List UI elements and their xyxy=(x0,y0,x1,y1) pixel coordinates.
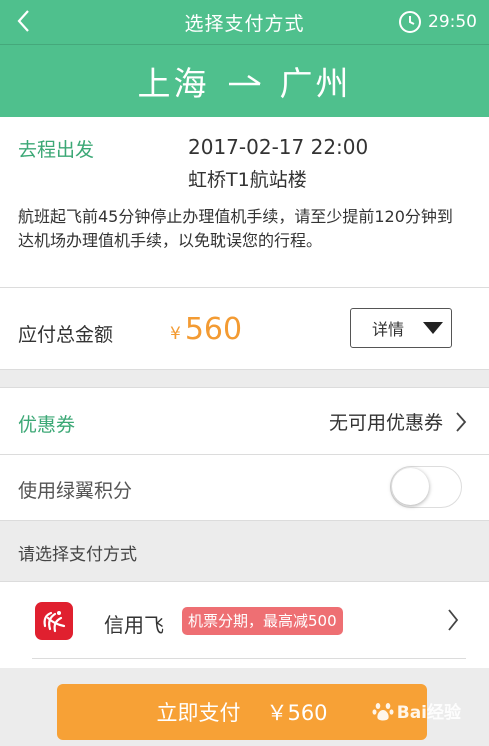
currency-symbol: ¥ xyxy=(170,324,181,344)
chevron-right-icon xyxy=(448,609,459,631)
payment-method-name: 信用飞 xyxy=(104,613,164,637)
promo-badge: 机票分期，最高减500 xyxy=(182,607,343,635)
checkin-notice: 航班起飞前45分钟停止办理值机手续，请至少提前120分钟到达机场办理值机手续，以… xyxy=(18,207,453,250)
total-amount-label: 应付总金额 xyxy=(18,324,114,346)
departure-terminal: 虹桥T1航站楼 xyxy=(188,169,307,191)
xinyongfei-logo-icon xyxy=(35,602,73,640)
points-label: 使用绿翼积分 xyxy=(18,480,133,502)
arrow-right-icon xyxy=(228,74,261,86)
row-divider xyxy=(0,454,489,455)
coupon-status: 无可用优惠券 xyxy=(328,412,443,434)
departure-datetime: 2017-02-17 22:00 xyxy=(188,135,369,159)
payment-method-row[interactable]: 信用飞 机票分期，最高减500 xyxy=(0,582,489,666)
pay-now-label: 立即支付 xyxy=(156,701,241,725)
row-divider xyxy=(32,658,466,659)
amount-number: 560 xyxy=(184,312,243,347)
triangle-down-icon xyxy=(423,322,444,334)
pay-now-amount: ￥560 xyxy=(266,701,328,725)
watermark-text: Bai经验 xyxy=(396,703,461,723)
timer-text: 29:50 xyxy=(428,12,477,32)
detail-button[interactable]: 详情 xyxy=(350,308,452,348)
baidu-watermark: Bai经验 xyxy=(372,698,461,723)
detail-label: 详情 xyxy=(372,320,405,339)
toggle-knob xyxy=(392,468,429,505)
section-divider xyxy=(0,287,489,288)
top-bar: 选择支付方式 29:50 xyxy=(0,0,489,44)
clock-icon xyxy=(399,11,421,33)
countdown-timer: 29:50 xyxy=(398,8,477,36)
departure-label: 去程出发 xyxy=(18,139,95,161)
total-amount: ¥ 560 xyxy=(170,312,242,347)
payment-section-title: 请选择支付方式 xyxy=(18,545,137,565)
section-gap xyxy=(0,369,489,388)
points-toggle[interactable] xyxy=(390,466,462,508)
coupon-selector[interactable]: 无可用优惠券 xyxy=(329,408,467,435)
coupon-label: 优惠券 xyxy=(18,414,76,436)
paw-icon xyxy=(372,702,394,720)
chevron-right-icon xyxy=(456,411,467,432)
route-banner: 上海 广州 xyxy=(0,45,489,117)
route-destination: 广州 xyxy=(279,64,352,103)
route-origin: 上海 xyxy=(137,64,210,103)
